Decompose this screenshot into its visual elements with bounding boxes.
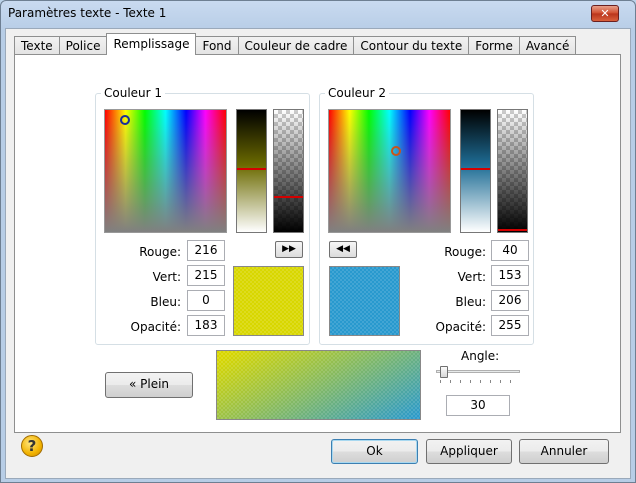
title-bar[interactable]: Paramètres texte - Texte 1 ✕ bbox=[1, 1, 635, 28]
color1-bleu-label: Bleu: bbox=[150, 295, 181, 309]
color2-rouge-input[interactable]: 40 bbox=[491, 240, 529, 261]
copy-color1-to-color2-button[interactable]: ▶▶ bbox=[275, 241, 303, 258]
color1-opacity-marker bbox=[274, 196, 303, 198]
copy-color2-to-color1-button[interactable]: ◀◀ bbox=[329, 241, 357, 258]
color2-opacite-label: Opacité: bbox=[435, 320, 486, 334]
color1-vert-input[interactable]: 215 bbox=[187, 265, 225, 286]
color1-luminosity-bar[interactable] bbox=[236, 109, 267, 233]
color2-bleu-label: Bleu: bbox=[455, 295, 486, 309]
color2-opacity-bar[interactable] bbox=[497, 109, 528, 233]
close-button[interactable]: ✕ bbox=[591, 5, 619, 22]
color1-group: Couleur 1 Rouge: 216 Vert: 215 Bleu: 0 O… bbox=[95, 86, 310, 345]
cancel-button[interactable]: Annuler bbox=[519, 439, 609, 464]
gradient-preview bbox=[216, 350, 421, 420]
color2-vert-label: Vert: bbox=[457, 270, 486, 284]
tab-forme[interactable]: Forme bbox=[468, 36, 520, 55]
tab-texte[interactable]: Texte bbox=[14, 36, 60, 55]
tab-couleur-de-cadre[interactable]: Couleur de cadre bbox=[237, 36, 355, 55]
color1-vert-label: Vert: bbox=[152, 270, 181, 284]
color2-luminosity-bar[interactable] bbox=[460, 109, 491, 233]
color1-rouge-label: Rouge: bbox=[139, 245, 181, 259]
color2-opacite-input[interactable]: 255 bbox=[491, 315, 529, 336]
angle-slider-track[interactable] bbox=[436, 370, 520, 373]
tab-panel-remplissage: Couleur 1 Rouge: 216 Vert: 215 Bleu: 0 O… bbox=[14, 54, 621, 433]
color1-label: Couleur 1 bbox=[101, 86, 166, 100]
tab-contour-du-texte[interactable]: Contour du texte bbox=[353, 36, 470, 55]
color2-label: Couleur 2 bbox=[325, 86, 390, 100]
angle-input[interactable]: 30 bbox=[446, 395, 510, 416]
tab-remplissage[interactable]: Remplissage bbox=[106, 33, 197, 55]
color2-picker-ring[interactable] bbox=[391, 146, 401, 156]
ok-button[interactable]: Ok bbox=[331, 439, 418, 464]
color1-luminosity-marker bbox=[237, 168, 266, 170]
color2-opacity-marker bbox=[498, 229, 527, 231]
color1-bleu-input[interactable]: 0 bbox=[187, 290, 225, 311]
tab-strip: Texte Police Remplissage Fond Couleur de… bbox=[14, 33, 577, 55]
dialog-window: Paramètres texte - Texte 1 ✕ Texte Polic… bbox=[0, 0, 636, 483]
tab-police[interactable]: Police bbox=[58, 36, 108, 55]
color2-bleu-input[interactable]: 206 bbox=[491, 290, 529, 311]
color2-vert-input[interactable]: 153 bbox=[491, 265, 529, 286]
angle-label: Angle: bbox=[461, 349, 500, 363]
apply-button[interactable]: Appliquer bbox=[426, 439, 512, 464]
tab-avance[interactable]: Avancé bbox=[518, 36, 577, 55]
color2-spectrum[interactable] bbox=[328, 109, 451, 233]
close-icon: ✕ bbox=[600, 7, 610, 20]
color1-swatch bbox=[233, 266, 304, 336]
color1-spectrum[interactable] bbox=[104, 109, 227, 233]
tab-fond[interactable]: Fond bbox=[195, 36, 239, 55]
color1-picker-ring[interactable] bbox=[120, 115, 130, 125]
color1-opacity-bar[interactable] bbox=[273, 109, 304, 233]
angle-slider-thumb[interactable] bbox=[440, 366, 448, 378]
dialog-client: Texte Police Remplissage Fond Couleur de… bbox=[5, 28, 631, 479]
color2-swatch bbox=[329, 266, 400, 336]
color2-luminosity-marker bbox=[461, 168, 490, 170]
color2-rouge-label: Rouge: bbox=[444, 245, 486, 259]
window-title: Paramètres texte - Texte 1 bbox=[8, 6, 167, 20]
color2-group: Couleur 2 ◀◀ Rouge: 40 Vert: 153 Bleu: 2… bbox=[319, 86, 534, 345]
fill-mode-plein-button[interactable]: « Plein bbox=[105, 372, 193, 398]
color1-opacite-input[interactable]: 183 bbox=[187, 315, 225, 336]
help-icon[interactable]: ? bbox=[21, 435, 43, 457]
color1-opacite-label: Opacité: bbox=[130, 320, 181, 334]
color1-rouge-input[interactable]: 216 bbox=[187, 240, 225, 261]
